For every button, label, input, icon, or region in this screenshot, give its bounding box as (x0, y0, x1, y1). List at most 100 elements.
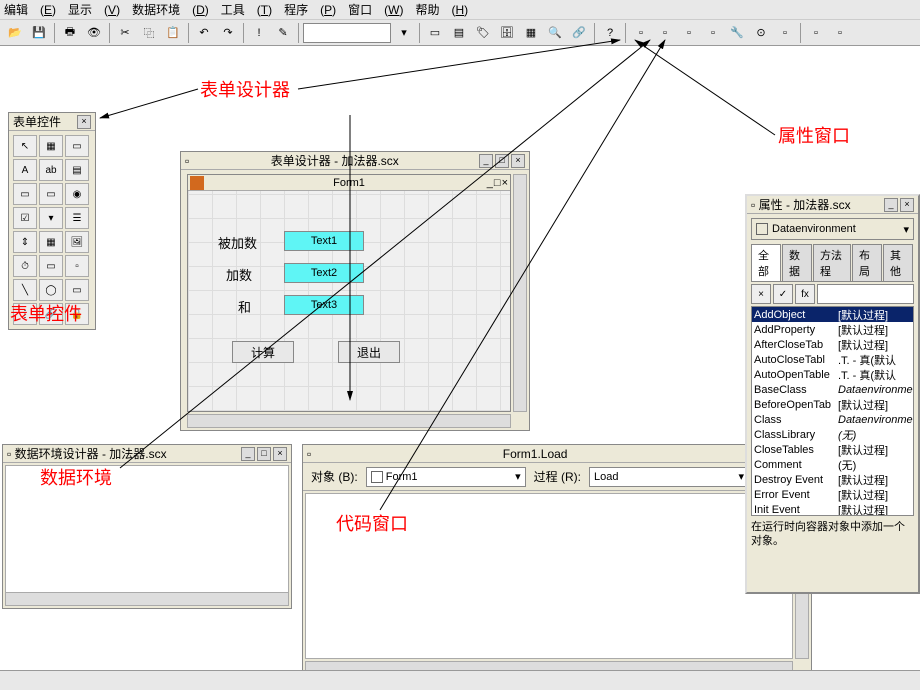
label-2[interactable]: 加数 (226, 265, 252, 284)
tb-e-icon[interactable]: 🔧 (726, 22, 748, 44)
calc-button[interactable]: 计算 (232, 341, 294, 363)
checkbox-tool[interactable]: ☑ (13, 207, 37, 229)
close-icon[interactable]: × (77, 115, 91, 129)
line-tool[interactable]: ╲ (13, 279, 37, 301)
tb-h-icon[interactable]: ▫ (805, 22, 827, 44)
prop-row[interactable]: AddProperty[默认过程] (752, 322, 913, 337)
tab-data[interactable]: 数据 (782, 244, 812, 281)
commandbutton-tool[interactable]: ▭ (13, 183, 37, 205)
fx-accept-icon[interactable]: ✓ (773, 284, 793, 304)
prop-row[interactable]: BeforeOpenTab[默认过程] (752, 397, 913, 412)
prop-row[interactable]: AddObject[默认过程] (752, 307, 913, 322)
lock-tool[interactable]: 🔒 (65, 303, 89, 325)
open-icon[interactable]: 📂 (4, 22, 26, 44)
close-icon[interactable]: × (273, 447, 287, 461)
textbox-2[interactable]: Text2 (284, 263, 364, 283)
run-icon[interactable]: ! (248, 22, 270, 44)
tab-layout[interactable]: 布局 (852, 244, 882, 281)
paste-icon[interactable]: 📋 (162, 22, 184, 44)
button-tool[interactable]: ▭ (65, 135, 89, 157)
textbox-1[interactable]: Text1 (284, 231, 364, 251)
ole-tool[interactable]: ▫ (65, 255, 89, 277)
print-icon[interactable]: 🖶 (59, 22, 81, 44)
form-canvas[interactable]: Form1 _ □ × 被加数 加数 和 Text1 Text2 Text3 计… (187, 174, 511, 412)
tb-c-icon[interactable]: ▫ (678, 22, 700, 44)
fx-value[interactable] (817, 284, 914, 304)
combobox-tool[interactable]: ▾ (39, 207, 63, 229)
form-body[interactable]: 被加数 加数 和 Text1 Text2 Text3 计算 退出 (188, 191, 510, 411)
connection-icon[interactable]: 🔗 (568, 22, 590, 44)
scrollbar-horizontal[interactable] (187, 414, 511, 428)
minimize-icon[interactable]: _ (479, 154, 493, 168)
form-min-icon[interactable]: _ (487, 177, 493, 189)
object-combo[interactable]: Form1 ▾ (366, 467, 526, 487)
textbox-3[interactable]: Text3 (284, 295, 364, 315)
table-icon[interactable]: ▦ (520, 22, 542, 44)
tb-a-icon[interactable]: ▫ (630, 22, 652, 44)
hyperlink-tool[interactable]: 🔗 (39, 303, 63, 325)
close-icon[interactable]: × (900, 198, 914, 212)
menu-window[interactable]: 窗口(W) (348, 1, 403, 18)
form-icon[interactable]: ▭ (424, 22, 446, 44)
select-tool[interactable]: ▦ (39, 135, 63, 157)
query-icon[interactable]: 🔍 (544, 22, 566, 44)
close-icon[interactable]: × (511, 154, 525, 168)
copy-icon[interactable]: ⿻ (138, 22, 160, 44)
label-3[interactable]: 和 (238, 297, 251, 316)
scrollbar-vertical[interactable] (513, 174, 527, 412)
grid-tool[interactable]: ▦ (39, 231, 63, 253)
prop-row[interactable]: Init Event[默认过程] (752, 502, 913, 516)
commandgroup-tool[interactable]: ▭ (39, 183, 63, 205)
tb-i-icon[interactable]: ▫ (829, 22, 851, 44)
redo-icon[interactable]: ↷ (217, 22, 239, 44)
container-tool[interactable]: ▭ (65, 279, 89, 301)
prop-row[interactable]: BaseClassDataenvironme (752, 382, 913, 397)
listbox-tool[interactable]: ☰ (65, 207, 89, 229)
pointer-tool[interactable]: ↖ (13, 135, 37, 157)
maximize-icon[interactable]: □ (495, 154, 509, 168)
tab-other[interactable]: 其他 (883, 244, 913, 281)
menu-dataenv[interactable]: 数据环境(D) (132, 1, 209, 18)
menu-tools[interactable]: 工具(T) (221, 1, 272, 18)
textbox-tool[interactable]: ab (39, 159, 63, 181)
database-icon[interactable]: 🗄 (496, 22, 518, 44)
prop-row[interactable]: AutoCloseTabl.T. - 真(默认 (752, 352, 913, 367)
prop-row[interactable]: CloseTables[默认过程] (752, 442, 913, 457)
menu-view[interactable]: 显示(V) (68, 1, 120, 18)
exit-button[interactable]: 退出 (338, 341, 400, 363)
undo-icon[interactable]: ↶ (193, 22, 215, 44)
form-max-icon[interactable]: □ (494, 177, 501, 189)
tab-methods[interactable]: 方法程 (813, 244, 851, 281)
optiongroup-tool[interactable]: ◉ (65, 183, 89, 205)
pageframe-tool[interactable]: ▭ (39, 255, 63, 277)
report-icon[interactable]: ▤ (448, 22, 470, 44)
tb-f-icon[interactable]: ⊙ (750, 22, 772, 44)
separator-tool[interactable]: ⋮ (13, 303, 37, 325)
dataenv-body[interactable] (5, 465, 289, 606)
save-icon[interactable]: 💾 (28, 22, 50, 44)
minimize-icon[interactable]: _ (241, 447, 255, 461)
prop-row[interactable]: AutoOpenTable.T. - 真(默认 (752, 367, 913, 382)
preview-icon[interactable]: 👁 (83, 22, 105, 44)
prop-row[interactable]: ClassDataenvironme (752, 412, 913, 427)
image-tool[interactable]: 🖼 (65, 231, 89, 253)
form-close-icon[interactable]: × (502, 177, 508, 189)
timer-tool[interactable]: ⏱ (13, 255, 37, 277)
dropdown-icon[interactable]: ▾ (393, 22, 415, 44)
minimize-icon[interactable]: _ (884, 198, 898, 212)
prop-row[interactable]: Destroy Event[默认过程] (752, 472, 913, 487)
modify-icon[interactable]: ✎ (272, 22, 294, 44)
label-icon[interactable]: 🏷 (472, 22, 494, 44)
label-tool[interactable]: A (13, 159, 37, 181)
proc-combo[interactable]: Load ▾ (589, 467, 749, 487)
fx-builder-icon[interactable]: fx (795, 284, 815, 304)
fx-cancel-icon[interactable]: × (751, 284, 771, 304)
help-icon[interactable]: ? (599, 22, 621, 44)
menu-help[interactable]: 帮助(H) (415, 1, 468, 18)
prop-row[interactable]: Error Event[默认过程] (752, 487, 913, 502)
menu-program[interactable]: 程序(P) (284, 1, 336, 18)
shape-tool[interactable]: ◯ (39, 279, 63, 301)
tb-g-icon[interactable]: ▫ (774, 22, 796, 44)
menu-edit[interactable]: 编辑(E) (4, 1, 56, 18)
prop-row[interactable]: ClassLibrary(无) (752, 427, 913, 442)
